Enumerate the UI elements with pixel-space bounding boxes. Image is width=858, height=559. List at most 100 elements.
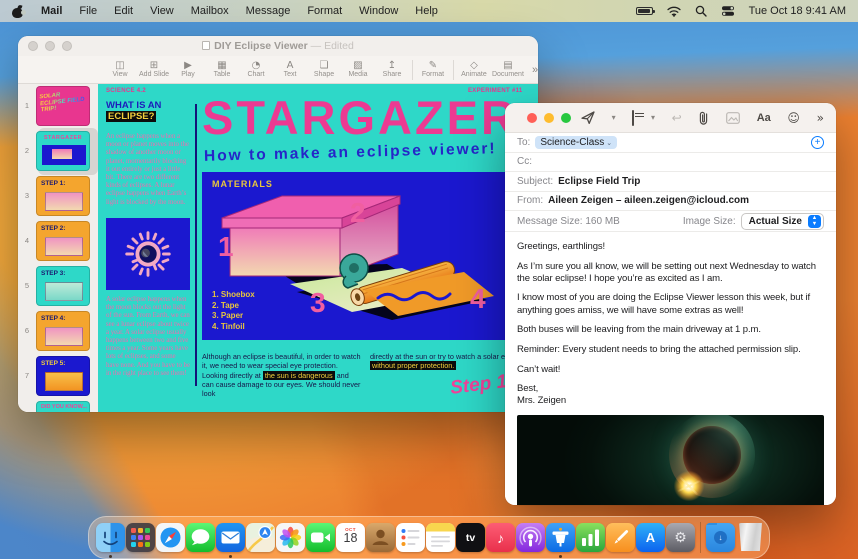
menu-view[interactable]: View: [150, 5, 174, 17]
image-size-select[interactable]: Actual Size ▲ ▼: [740, 212, 824, 230]
add-recipient-icon[interactable]: +: [811, 135, 824, 149]
view-button[interactable]: ◫ View: [104, 60, 136, 79]
table-icon: ▦: [217, 60, 227, 71]
menu-mailbox[interactable]: Mailbox: [191, 5, 229, 17]
slide-thumbnail-6[interactable]: 6 STEP 4:: [18, 311, 98, 356]
send-options-chevron-icon[interactable]: ▾: [612, 113, 616, 122]
format-button[interactable]: ✎ Format: [417, 60, 449, 79]
recipient-token[interactable]: Science-Class ⌄: [535, 135, 618, 149]
slide-canvas[interactable]: SCIENCE 4.2 EXPERIMENT #11 WHAT IS AN EC…: [98, 84, 538, 412]
subject-field[interactable]: Subject: Eclipse Field Trip: [505, 172, 836, 192]
dock-safari-icon[interactable]: [156, 523, 185, 552]
mail-toolbar[interactable]: ▾ ▾ ↩ Aa ☺ »: [505, 103, 836, 133]
document-button[interactable]: ▤ Document: [492, 60, 524, 79]
send-icon[interactable]: [581, 111, 595, 124]
dock-music-icon[interactable]: ♪: [486, 523, 515, 552]
media-button[interactable]: ▨ Media: [342, 60, 374, 79]
keynote-toolbar: ◫ View ⊞ Add Slide ▶ Play ▦ Table ◔ Chart A Te…: [18, 56, 538, 84]
dock-maps-icon[interactable]: [246, 523, 275, 552]
dock-notes-icon[interactable]: [426, 523, 455, 552]
add-slide-button[interactable]: ⊞ Add Slide: [138, 60, 170, 79]
header-fields-chevron-icon[interactable]: ▾: [651, 113, 655, 122]
format-icon: ✎: [428, 60, 438, 71]
minimize-button[interactable]: [544, 112, 554, 123]
toolbar-overflow-chevron[interactable]: »: [532, 64, 538, 76]
menu-window[interactable]: Window: [359, 5, 398, 17]
dock-photos-icon[interactable]: [276, 523, 305, 552]
dock-numbers-icon[interactable]: [576, 523, 605, 552]
close-button[interactable]: [527, 112, 537, 123]
dock-reminders-icon[interactable]: [396, 523, 425, 552]
sun-illustration[interactable]: [106, 218, 190, 290]
running-indicator: [559, 555, 562, 558]
chart-button[interactable]: ◔ Chart: [240, 60, 272, 79]
dock-facetime-icon[interactable]: [306, 523, 335, 552]
dock-mail-icon[interactable]: [216, 523, 245, 558]
menu-file[interactable]: File: [79, 5, 97, 17]
eclipse-photo-attachment[interactable]: [517, 415, 824, 505]
cc-field[interactable]: Cc:: [505, 152, 836, 172]
menu-clock[interactable]: Tue Oct 18 9:41 AM: [749, 5, 846, 17]
battery-icon[interactable]: [635, 7, 655, 15]
menu-app-name[interactable]: Mail: [41, 5, 62, 17]
slide-thumbnail-8[interactable]: DID YOU KNOW...: [18, 401, 98, 412]
dock-podcasts-icon[interactable]: [516, 523, 545, 552]
dock-finder-icon[interactable]: [96, 523, 125, 558]
table-button[interactable]: ▦ Table: [206, 60, 238, 79]
dock-contacts-icon[interactable]: [366, 523, 395, 552]
spotlight-search-icon[interactable]: [695, 5, 707, 17]
eclipse-paragraph-1[interactable]: An eclipse happens when a moon or planet…: [106, 133, 190, 207]
message-body-editor[interactable]: Greetings, earthlings! As I’m sure you a…: [505, 232, 836, 505]
play-button[interactable]: ▶ Play: [172, 60, 204, 79]
fonts-icon[interactable]: Aa: [757, 112, 771, 124]
media-icon: ▨: [353, 60, 363, 71]
dock-keynote-icon[interactable]: [546, 523, 575, 558]
attach-icon[interactable]: [698, 111, 709, 125]
share-button[interactable]: ↥ Share: [376, 60, 408, 79]
menu-edit[interactable]: Edit: [114, 5, 133, 17]
solar-eclipse-paragraph[interactable]: A solar eclipse happens when the moon bl…: [106, 296, 190, 378]
menu-message[interactable]: Message: [246, 5, 291, 17]
slide-thumbnail-3[interactable]: 3 STEP 1:: [18, 176, 98, 221]
menu-help[interactable]: Help: [415, 5, 438, 17]
slide-thumbnail-7[interactable]: 7 STEP 5:: [18, 356, 98, 401]
toolbar-overflow-chevron[interactable]: »: [817, 111, 824, 125]
to-field[interactable]: To: Science-Class ⌄ +: [505, 133, 836, 153]
zoom-button[interactable]: [561, 112, 571, 123]
dock-calendar-icon[interactable]: OCT 18: [336, 523, 365, 552]
slide-thumbnail-1[interactable]: 1 SOLAR ECLIPSE FIELD TRIP!: [18, 86, 98, 131]
slide-course-code: SCIENCE 4.2: [106, 88, 146, 94]
dock-settings-icon[interactable]: ⚙: [666, 523, 695, 552]
warning-paragraph-col1[interactable]: Although an eclipse is beautiful, in ord…: [202, 352, 362, 398]
dock-downloads-icon[interactable]: ↓: [706, 523, 735, 552]
emoji-icon[interactable]: ☺: [787, 111, 800, 125]
slide-thumbnail-5[interactable]: 5 STEP 3:: [18, 266, 98, 311]
slide-navigator: 1 SOLAR ECLIPSE FIELD TRIP! 2 STARGAZER …: [18, 84, 98, 412]
animate-button[interactable]: ◇ Animate: [458, 60, 490, 79]
body-paragraph: I know most of you are doing the Eclipse…: [517, 292, 811, 316]
dock-messages-icon[interactable]: [186, 523, 215, 552]
svg-text:4: 4: [470, 283, 486, 314]
header-fields-icon[interactable]: [632, 109, 635, 126]
what-is-heading[interactable]: WHAT IS AN ECLIPSE?: [106, 100, 192, 122]
wifi-icon[interactable]: [666, 6, 681, 17]
text-button[interactable]: A Text: [274, 60, 306, 79]
keynote-title-bar[interactable]: DIY Eclipse Viewer — Edited: [18, 36, 538, 56]
materials-box[interactable]: 1 2 3 4 MATERIALS 1. Shoebox 2. Tape 3. …: [202, 172, 532, 340]
slide-thumbnail-4[interactable]: 4 STEP 2:: [18, 221, 98, 266]
document-icon: [202, 41, 211, 50]
from-field[interactable]: From: Aileen Zeigen – aileen.zeigen@iclo…: [505, 191, 836, 211]
desktop: Mail File Edit View Mailbox Message Form…: [0, 0, 858, 559]
apple-menu-icon[interactable]: [12, 3, 26, 18]
menu-format[interactable]: Format: [307, 5, 342, 17]
slide-title[interactable]: STARGAZER: [202, 90, 518, 145]
slide-thumbnail-2-selected[interactable]: 2 STARGAZER: [18, 131, 98, 176]
dock-launchpad-icon[interactable]: [126, 523, 155, 552]
shape-button[interactable]: ❏ Shape: [308, 60, 340, 79]
dock-tv-icon[interactable]: tv: [456, 523, 485, 552]
dock-appstore-icon[interactable]: A: [636, 523, 665, 552]
control-center-icon[interactable]: [721, 5, 735, 17]
dock-pages-icon[interactable]: [606, 523, 635, 552]
toolbar-divider: [412, 59, 413, 80]
dock-trash-icon[interactable]: [736, 523, 765, 552]
